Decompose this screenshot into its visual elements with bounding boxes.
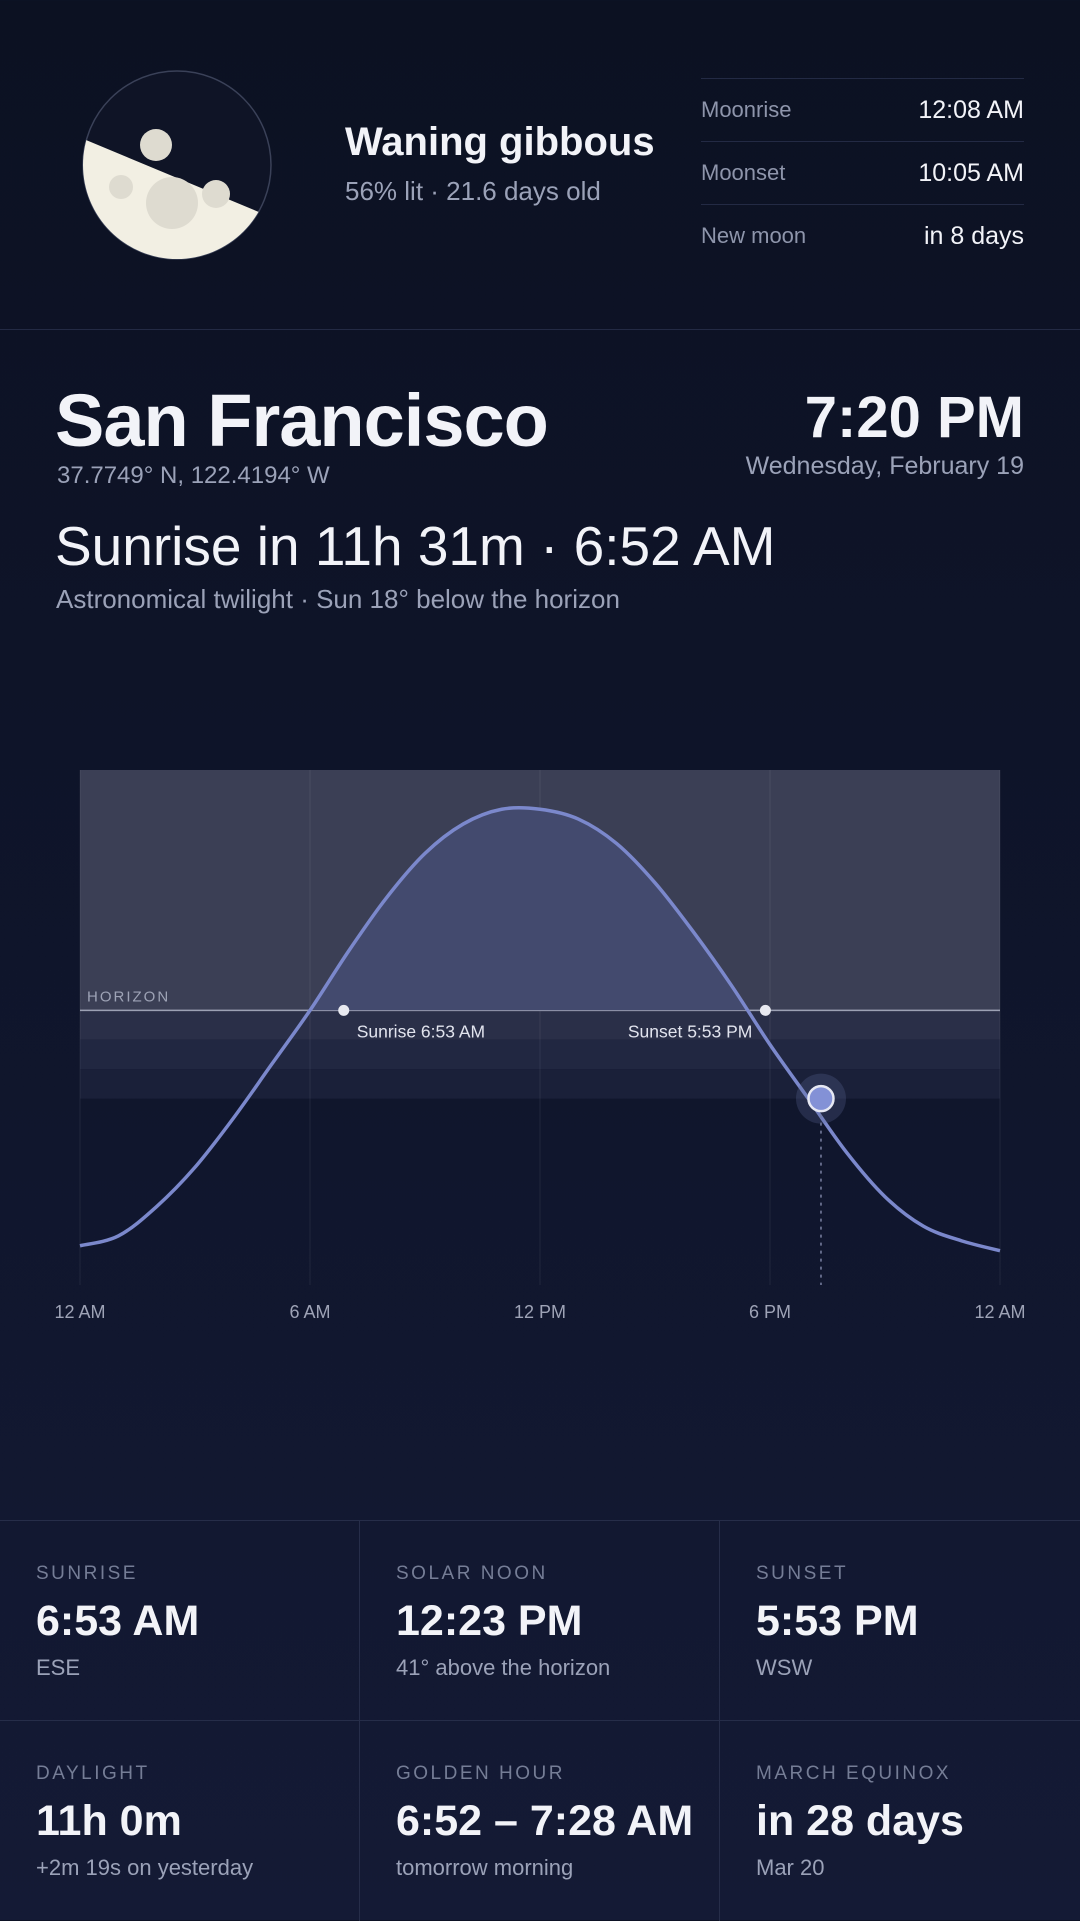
x-tick-label: 6 PM [749, 1302, 791, 1322]
daylight-sub: +2m 19s on yesterday [36, 1855, 254, 1880]
solar-noon-label: SOLAR NOON [396, 1563, 548, 1584]
sunset-label: Sunset 5:53 PM [628, 1021, 753, 1041]
golden-hour-stat-card: GOLDEN HOUR 6:52 – 7:28 AM tomorrow mornin… [360, 1721, 720, 1921]
x-tick-label: 6 AM [289, 1302, 330, 1322]
march-equinox-value: in 28 days [756, 1797, 964, 1845]
moonset-label: Moonset [701, 160, 786, 185]
moonset-value: 10:05 AM [918, 158, 1024, 187]
golden-hour-label: GOLDEN HOUR [396, 1763, 565, 1784]
moonrise-row: Moonrise 12:08 AM [701, 79, 1024, 142]
sunset-stat-card: SUNSET 5:53 PM WSW [720, 1521, 1080, 1721]
moon-panel: Waning gibbous 56% lit · 21.6 days old M… [0, 0, 1080, 330]
sunrise-label: Sunrise 6:53 AM [357, 1021, 485, 1041]
solar-noon-stat-card: SOLAR NOON 12:23 PM 41° above the horizon [360, 1521, 720, 1721]
sunrise-sub: ESE [36, 1655, 81, 1680]
sunrise-stat-card: SUNRISE 6:53 AM ESE [0, 1521, 360, 1721]
sunset-sub: WSW [756, 1655, 813, 1680]
daylight-label: DAYLIGHT [36, 1763, 150, 1784]
sunset-value: 5:53 PM [756, 1597, 919, 1645]
daylight-value: 11h 0m [36, 1797, 182, 1845]
moon-times-table: Moonrise 12:08 AM Moonset 10:05 AM New m… [701, 78, 1024, 267]
moonrise-value: 12:08 AM [918, 95, 1024, 124]
moon-phase-name: Waning gibbous [345, 120, 655, 164]
city-name: San Francisco [55, 379, 549, 462]
new-moon-label: New moon [701, 223, 807, 248]
march-equinox-stat-card: MARCH EQUINOX in 28 days Mar 20 [720, 1721, 1080, 1921]
sunrise-countdown: Sunrise in 11h 31m · 6:52 AM [55, 515, 776, 577]
current-sun-marker [807, 1084, 835, 1113]
coordinates: 37.7749° N, 122.4194° W [57, 462, 330, 489]
daylight-stat-card: DAYLIGHT 11h 0m +2m 19s on yesterday [0, 1721, 360, 1921]
golden-hour-sub: tomorrow morning [396, 1855, 574, 1880]
moon-phase-icon [82, 70, 272, 260]
sunrise-value: 6:53 AM [36, 1597, 200, 1645]
sun-stats-grid: SUNRISE 6:53 AM ESE SOLAR NOON 12:23 PM 41° a… [0, 1520, 1080, 1921]
moon-phase-detail: 56% lit · 21.6 days old [345, 176, 601, 206]
x-tick-label: 12 AM [974, 1302, 1025, 1322]
x-tick-label: 12 AM [54, 1302, 105, 1322]
sunset-label: SUNSET [756, 1563, 849, 1584]
solar-noon-value: 12:23 PM [396, 1597, 583, 1645]
sunrise-label: SUNRISE [36, 1563, 138, 1584]
moonrise-label: Moonrise [701, 97, 792, 122]
sunrise-marker [338, 1004, 350, 1016]
horizon-label: HORIZON [87, 988, 170, 1005]
march-equinox-sub: Mar 20 [756, 1855, 825, 1880]
current-date: Wednesday, February 19 [745, 452, 1024, 480]
moonset-row: Moonset 10:05 AM [701, 142, 1024, 205]
x-tick-label: 12 PM [514, 1302, 566, 1322]
march-equinox-label: MARCH EQUINOX [756, 1763, 952, 1784]
golden-hour-value: 6:52 – 7:28 AM [396, 1797, 694, 1845]
solar-noon-sub: 41° above the horizon [396, 1655, 611, 1680]
current-time: 7:20 PM [804, 385, 1024, 450]
new-moon-row: New moon in 8 days [701, 205, 1024, 267]
twilight-status: Astronomical twilight · Sun 18° below th… [56, 584, 620, 614]
sun-path-chart: HORIZON 12 AM 6 AM 12 PM 6 PM 12 AM Sunrise 6:… [54, 770, 1026, 1322]
new-moon-value: in 8 days [923, 221, 1024, 250]
sunset-marker [759, 1004, 771, 1016]
